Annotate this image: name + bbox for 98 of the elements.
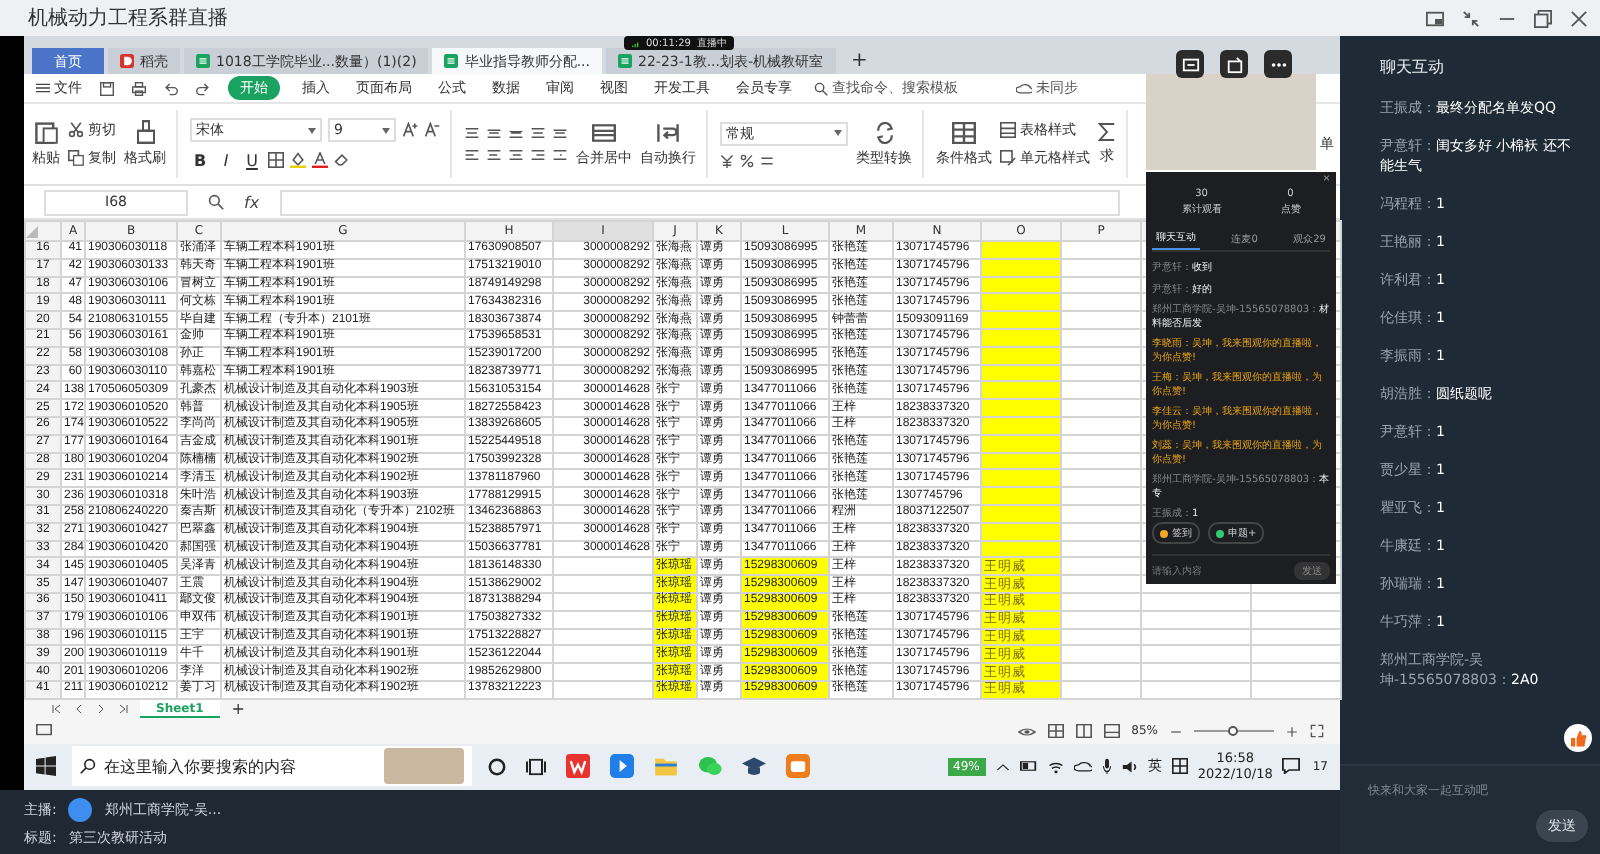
clipboard-icon <box>34 120 58 144</box>
wifi-icon[interactable] <box>1047 759 1064 774</box>
decimal-icon[interactable] <box>760 153 774 167</box>
macro-icon[interactable] <box>36 724 52 739</box>
search-icon <box>80 758 96 775</box>
picture-in-picture-icon[interactable] <box>1426 9 1444 27</box>
caret-icon <box>382 127 390 133</box>
graduation-cap-icon[interactable] <box>742 754 766 779</box>
restore-icon[interactable] <box>1534 9 1552 27</box>
rotate-button[interactable] <box>1220 50 1248 78</box>
align-icon[interactable] <box>552 126 568 140</box>
search-icon <box>814 81 828 95</box>
currency-icon[interactable] <box>720 153 734 167</box>
align-icon[interactable] <box>552 148 568 162</box>
increase-font-icon[interactable] <box>402 122 418 138</box>
align-icon[interactable] <box>508 126 524 140</box>
formula-input[interactable] <box>279 189 1120 215</box>
share-screen-icon <box>1181 55 1199 73</box>
shrink-icon[interactable] <box>1462 9 1480 27</box>
fullscreen-icon[interactable] <box>1310 724 1324 739</box>
copy-icon <box>68 150 84 166</box>
save-icon[interactable] <box>100 81 114 95</box>
print-icon[interactable] <box>132 81 146 95</box>
zoom-slider-thumb[interactable] <box>1228 725 1238 736</box>
signal-icon <box>632 39 640 47</box>
align-icon[interactable] <box>464 126 480 140</box>
cloud-icon <box>1016 82 1032 94</box>
close-icon[interactable] <box>1570 9 1588 27</box>
sigma-icon <box>1098 122 1116 142</box>
align-icon[interactable] <box>486 126 502 140</box>
zoom-out-icon[interactable] <box>1170 725 1182 738</box>
first-sheet-icon[interactable] <box>52 704 62 715</box>
text-style-button[interactable]: B <box>190 150 210 170</box>
previous-sheet-icon[interactable] <box>74 704 84 715</box>
scissors-icon <box>68 122 84 138</box>
align-icon[interactable] <box>530 148 546 162</box>
taskbar-search-field[interactable]: 在这里输入你要搜索的内容 <box>72 746 472 787</box>
keyboard-grid-icon[interactable] <box>1171 758 1188 775</box>
new-tab-button[interactable]: + <box>839 48 880 74</box>
align-icon[interactable] <box>486 148 502 162</box>
rotate-icon <box>1225 55 1243 73</box>
select-all-icon <box>26 225 38 237</box>
next-sheet-icon[interactable] <box>96 704 106 715</box>
page-break-icon[interactable] <box>1103 724 1120 739</box>
last-sheet-icon[interactable] <box>118 704 128 715</box>
folder-icon[interactable] <box>654 754 678 779</box>
avatar <box>68 797 93 821</box>
font-color-icon[interactable] <box>312 152 328 168</box>
wrap-text-icon <box>656 121 680 143</box>
table-grid-icon <box>952 121 976 143</box>
caret-icon <box>308 127 316 133</box>
circle-icon[interactable] <box>488 757 506 776</box>
battery-icon[interactable] <box>1019 760 1038 773</box>
text-style-button[interactable]: U <box>242 150 262 170</box>
notification-icon[interactable] <box>1282 758 1301 775</box>
align-icon[interactable] <box>464 148 480 162</box>
paintbrush-icon <box>135 120 155 144</box>
menu-icon <box>36 82 50 94</box>
app-icon[interactable] <box>610 754 634 779</box>
share-screen-button[interactable] <box>1176 50 1204 78</box>
spreadsheet-icon <box>196 54 210 68</box>
eye-icon[interactable] <box>1017 725 1036 738</box>
chat-title: 聊天互动 <box>1378 56 1446 80</box>
speaker-icon[interactable] <box>1121 759 1138 774</box>
convert-icon <box>873 121 895 143</box>
undo-icon[interactable] <box>164 81 178 95</box>
microphone-icon[interactable] <box>1101 758 1112 775</box>
task-view-icon[interactable] <box>526 757 546 776</box>
normal-view-icon[interactable] <box>1047 724 1064 739</box>
chevron-up-icon[interactable] <box>995 761 1010 772</box>
window-title: 机械动力工程系群直播 <box>28 5 228 32</box>
cloud-icon[interactable] <box>1073 760 1092 773</box>
zoom-icon[interactable] <box>208 194 224 210</box>
cell-style-icon <box>1000 150 1016 166</box>
decrease-font-icon[interactable] <box>424 122 440 138</box>
spreadsheet-icon <box>444 54 459 68</box>
app-icon[interactable] <box>566 754 590 779</box>
add-sheet-button[interactable]: + <box>231 700 245 719</box>
fill-color-icon[interactable] <box>290 152 306 168</box>
merge-cells-icon <box>592 121 616 143</box>
table-style-icon <box>1000 122 1016 138</box>
more-button[interactable] <box>1264 50 1292 78</box>
thumbs-up-icon[interactable] <box>1564 724 1592 752</box>
align-icon[interactable] <box>530 126 546 140</box>
banner-picture <box>384 748 464 785</box>
borders-icon[interactable] <box>268 152 284 168</box>
caret-icon <box>834 130 842 136</box>
text-style-button[interactable]: I <box>216 150 236 170</box>
redo-icon[interactable] <box>196 81 210 95</box>
align-icon[interactable] <box>508 148 524 162</box>
percent-icon[interactable] <box>740 153 754 167</box>
spreadsheet-icon <box>618 54 633 68</box>
page-view-icon[interactable] <box>1075 724 1092 739</box>
document-app-icon <box>120 54 134 68</box>
camera-icon[interactable] <box>786 754 810 779</box>
windows-logo-icon[interactable] <box>36 756 56 777</box>
zoom-in-icon[interactable] <box>1286 725 1298 738</box>
function-label[interactable]: fx <box>244 193 260 211</box>
